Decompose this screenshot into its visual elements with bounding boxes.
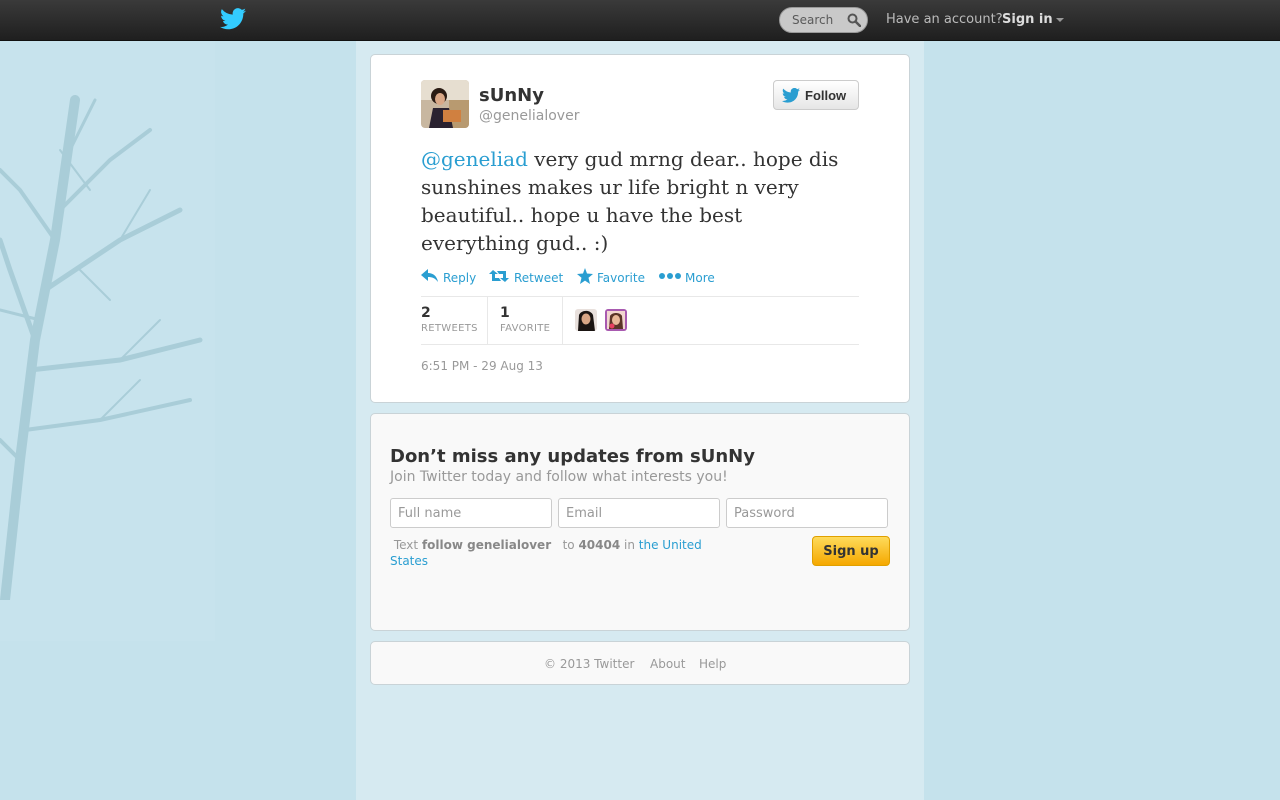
avatar[interactable] bbox=[421, 80, 469, 128]
have-account-text: Have an account? bbox=[886, 12, 1003, 27]
retweets-count: 2 bbox=[421, 305, 431, 321]
signup-card: Don’t miss any updates from sUnNy Join T… bbox=[370, 413, 910, 631]
password-field[interactable] bbox=[726, 498, 888, 528]
reply-button[interactable]: Reply bbox=[421, 268, 479, 286]
tweet-stats: 2 RETWEETS 1 FAVORITE bbox=[421, 296, 859, 345]
email-field[interactable] bbox=[558, 498, 720, 528]
favorite-label: Favorite bbox=[597, 271, 645, 285]
sms-number: 40404 bbox=[578, 538, 621, 552]
retweeter-avatar[interactable] bbox=[575, 309, 597, 331]
tweet-actions: Reply Retweet Favorite More bbox=[421, 268, 861, 288]
stats-divider bbox=[487, 297, 488, 344]
sms-in: in bbox=[624, 538, 635, 552]
sms-to: to bbox=[562, 538, 575, 552]
search-box[interactable] bbox=[779, 7, 868, 33]
search-input[interactable] bbox=[780, 8, 850, 32]
favorites-stat[interactable]: 1 FAVORITE bbox=[500, 297, 562, 344]
mention-link[interactable]: @geneliad bbox=[421, 147, 528, 171]
more-label: More bbox=[685, 271, 715, 285]
retweeter-avatar[interactable] bbox=[605, 309, 627, 331]
tweet-timestamp[interactable]: 6:51 PM - 29 Aug 13 bbox=[421, 359, 543, 373]
signup-subheading: Join Twitter today and follow what inter… bbox=[390, 469, 728, 485]
tree-background-illustration bbox=[0, 95, 203, 600]
top-navigation-bar: Have an account? Sign in bbox=[0, 0, 1280, 41]
twitter-bird-icon[interactable] bbox=[220, 8, 246, 30]
favorites-label: FAVORITE bbox=[500, 323, 551, 334]
sms-command: follow genelialover bbox=[421, 538, 552, 552]
follow-button-label: Follow bbox=[805, 88, 847, 103]
sms-text: Text bbox=[393, 538, 419, 552]
favorite-star-icon bbox=[577, 268, 593, 284]
favorites-count: 1 bbox=[500, 305, 510, 321]
retweet-label: Retweet bbox=[514, 271, 564, 285]
twitter-bird-icon bbox=[782, 88, 800, 103]
caret-down-icon bbox=[1055, 17, 1064, 22]
footer-about-link[interactable]: About bbox=[650, 657, 685, 671]
more-button[interactable]: More bbox=[659, 268, 717, 286]
footer-copyright: © 2013 Twitter bbox=[544, 657, 635, 671]
sign-up-button[interactable]: Sign up bbox=[812, 536, 890, 566]
signup-heading: Don’t miss any updates from sUnNy bbox=[390, 446, 755, 467]
user-full-name[interactable]: sUnNy bbox=[479, 85, 544, 106]
reply-icon bbox=[421, 269, 438, 282]
sms-follow-instructions: Text follow genelialover to 40404 in the… bbox=[390, 537, 720, 569]
footer: © 2013 Twitter About Help bbox=[370, 641, 910, 685]
retweet-button[interactable]: Retweet bbox=[489, 268, 563, 286]
stats-divider bbox=[562, 297, 563, 344]
retweets-label: RETWEETS bbox=[421, 323, 478, 334]
sign-in-label: Sign in bbox=[1002, 12, 1053, 27]
search-icon[interactable] bbox=[847, 13, 861, 27]
full-name-field[interactable] bbox=[390, 498, 552, 528]
user-screen-name[interactable]: @genelialover bbox=[479, 108, 579, 124]
tweet-card: sUnNy @genelialover Follow @geneliad ver… bbox=[370, 54, 910, 403]
retweets-stat[interactable]: 2 RETWEETS bbox=[421, 297, 487, 344]
tweet-text: @geneliad very gud mrng dear.. hope dis … bbox=[421, 145, 851, 257]
footer-help-link[interactable]: Help bbox=[699, 657, 726, 671]
favorite-button[interactable]: Favorite bbox=[577, 268, 649, 286]
sign-in-menu[interactable]: Sign in bbox=[1002, 12, 1064, 27]
reply-label: Reply bbox=[443, 271, 477, 285]
more-dots-icon bbox=[659, 273, 681, 279]
retweet-icon bbox=[489, 270, 509, 282]
follow-button[interactable]: Follow bbox=[773, 80, 859, 110]
